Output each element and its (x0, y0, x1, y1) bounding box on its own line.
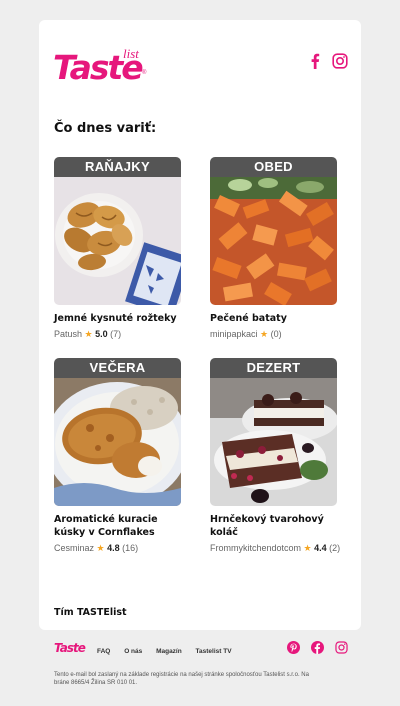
star-icon: ★ (260, 329, 269, 339)
signature: Tím TASTElist (54, 607, 127, 618)
review-count: (7) (110, 329, 122, 339)
footer-link-tv[interactable]: Tastelist TV (196, 648, 232, 655)
rating-value: 5.0 (95, 329, 108, 339)
recipe-title[interactable]: Aromatické kuracie kúsky v Cornflakes (54, 513, 181, 539)
recipe-title[interactable]: Hrnčekový tvarohový koláč (210, 513, 337, 539)
review-count: (16) (122, 543, 139, 553)
facebook-icon[interactable] (307, 53, 323, 69)
star-icon: ★ (303, 543, 312, 553)
logo-registered-mark: ® (142, 70, 147, 76)
recipe-card-breakfast[interactable]: RAŇAJKY Jemné kysnuté rožteky Patush ★ 5… (54, 157, 181, 340)
star-icon: ★ (84, 329, 93, 339)
review-count: (2) (329, 543, 341, 553)
author-name[interactable]: Frommykitchendotcom (210, 543, 301, 553)
logo-sub-text: list (123, 46, 139, 61)
category-label: DEZERT (210, 358, 337, 378)
footer-link-magazine[interactable]: Magazín (156, 648, 182, 655)
footer-logo[interactable]: Taste (54, 641, 86, 655)
recipe-meta: Patush ★ 5.0 (7) (54, 329, 181, 340)
recipe-image[interactable] (54, 378, 181, 506)
recipe-image[interactable] (210, 177, 337, 305)
facebook-icon[interactable] (311, 641, 324, 654)
recipe-card-lunch[interactable]: OBED Pečené bataty minipapkaci ★ (0) (210, 157, 337, 340)
rating-value: 4.8 (107, 543, 120, 553)
recipe-title[interactable]: Pečené bataty (210, 312, 337, 325)
category-label: VEČERA (54, 358, 181, 378)
recipe-image[interactable] (210, 378, 337, 506)
pinterest-icon[interactable] (287, 641, 300, 654)
footer-legal-note: Tento e-mail bol zaslaný na základe regi… (54, 672, 309, 686)
tastelist-logo[interactable]: Taste list ® (53, 46, 149, 88)
email-card: Taste list ® Čo dnes variť: RAŇAJKY Jemn… (39, 20, 361, 630)
recipe-image[interactable] (54, 177, 181, 305)
instagram-icon[interactable] (335, 641, 348, 654)
recipe-title[interactable]: Jemné kysnuté rožteky (54, 312, 181, 325)
page-title: Čo dnes variť: (54, 121, 157, 136)
review-count: (0) (270, 329, 282, 339)
recipe-card-dessert[interactable]: DEZERT Hrnčekový tvarohový koláč Frommyk… (210, 358, 341, 554)
instagram-icon[interactable] (332, 53, 348, 69)
footer-nav: FAQ O nás Magazín Tastelist TV (97, 648, 244, 655)
recipe-card-dinner[interactable]: VEČERA Aromatické kuracie kúsky v Cornfl… (54, 358, 181, 554)
footer-link-faq[interactable]: FAQ (97, 648, 110, 655)
recipe-meta: Cesminaz ★ 4.8 (16) (54, 543, 181, 554)
author-name[interactable]: Cesminaz (54, 543, 94, 553)
footer-link-about[interactable]: O nás (124, 648, 142, 655)
category-label: OBED (210, 157, 337, 177)
recipe-meta: Frommykitchendotcom ★ 4.4 (2) (210, 543, 341, 554)
author-name[interactable]: minipapkaci (210, 329, 258, 339)
star-icon: ★ (96, 543, 105, 553)
author-name[interactable]: Patush (54, 329, 82, 339)
recipe-meta: minipapkaci ★ (0) (210, 329, 337, 340)
rating-value: 4.4 (314, 543, 327, 553)
category-label: RAŇAJKY (54, 157, 181, 177)
